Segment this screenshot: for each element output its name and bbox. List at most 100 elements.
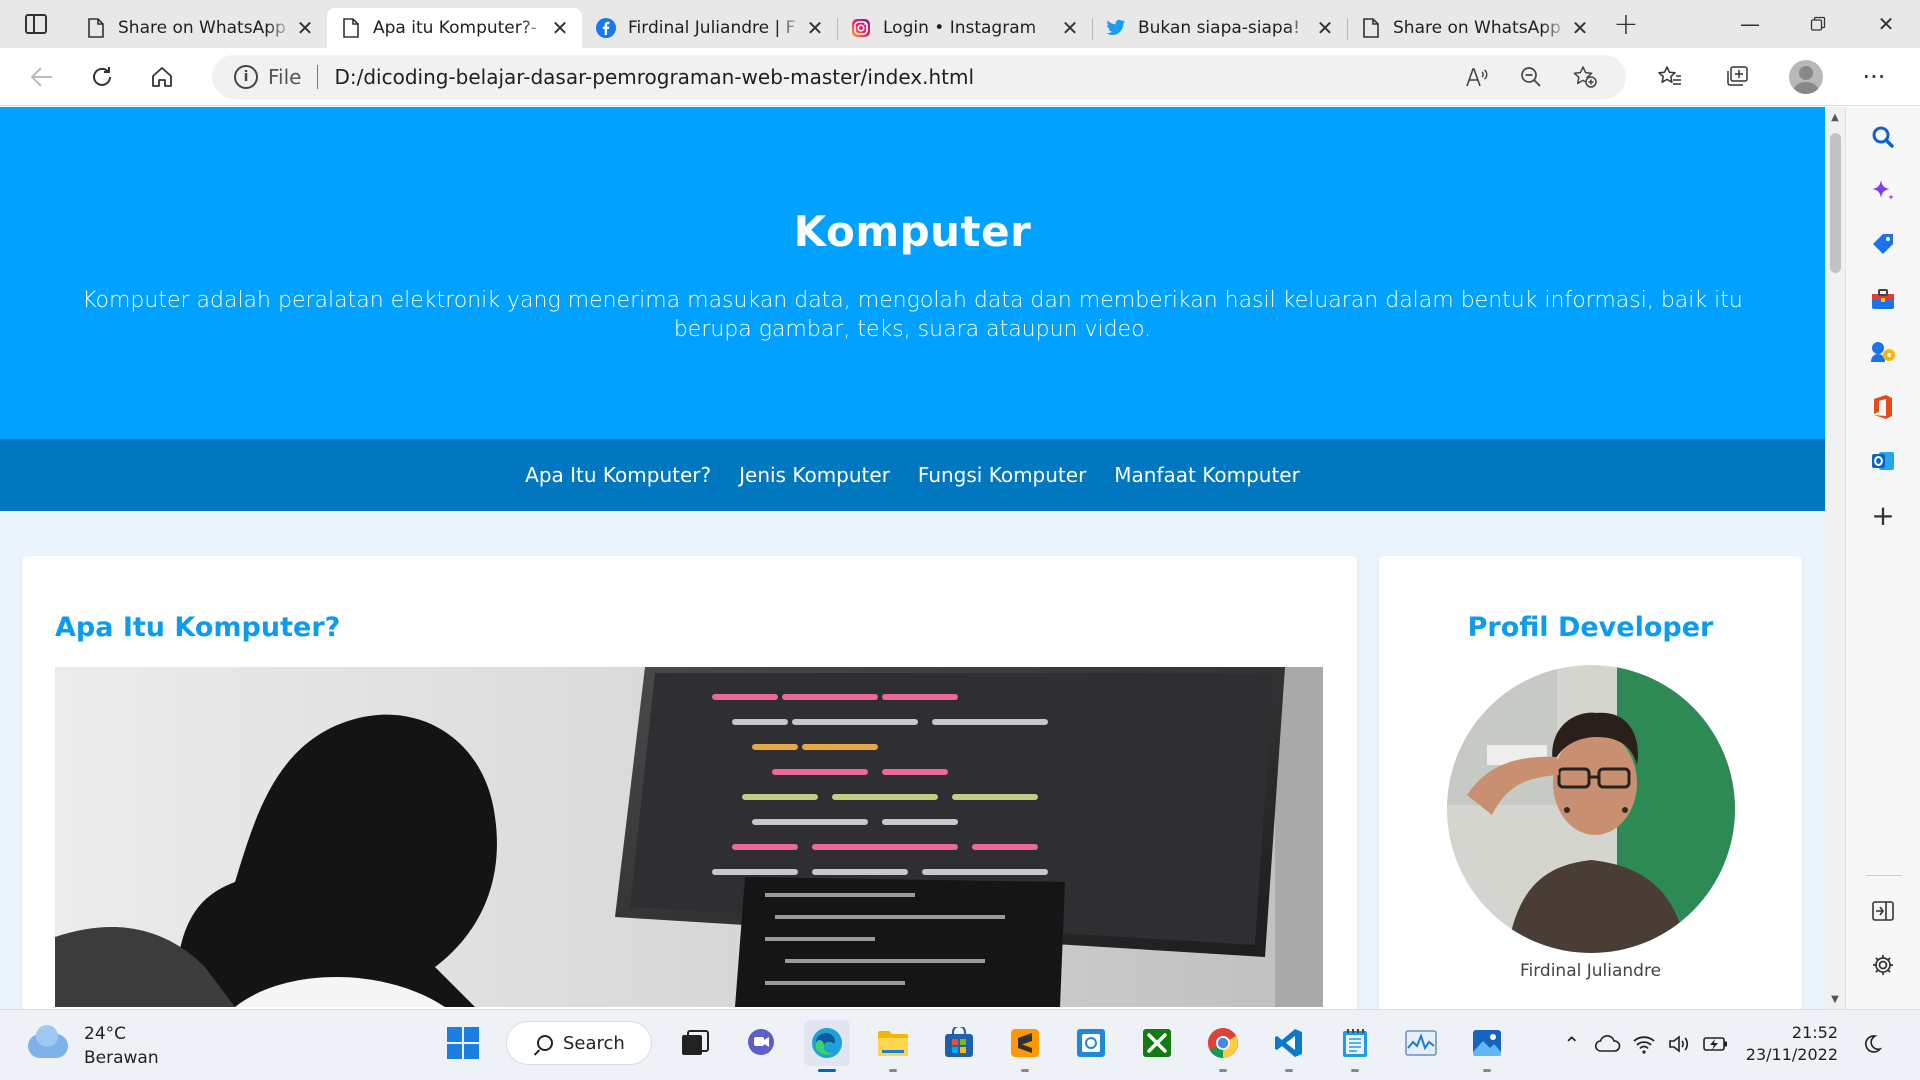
profile-avatar[interactable] [1789, 59, 1823, 94]
close-icon[interactable]: ✕ [1058, 16, 1082, 40]
sidebar-add-button[interactable]: + [1865, 497, 1901, 533]
performance-graph-icon [1405, 1030, 1437, 1056]
read-aloud-icon[interactable] [1450, 57, 1504, 97]
favorites-icon [1658, 65, 1681, 85]
wifi-icon[interactable] [1626, 1024, 1662, 1064]
office-icon [1874, 395, 1892, 419]
edge-icon [812, 1028, 842, 1058]
chat-icon [748, 1029, 774, 1055]
app-button[interactable] [1068, 1020, 1114, 1066]
browser-tab[interactable]: Share on WhatsApp ✕ [72, 8, 327, 48]
add-favorite-icon[interactable] [1558, 57, 1612, 97]
weather-condition: Berawan [84, 1048, 159, 1068]
home-icon [152, 66, 172, 87]
scroll-down-arrow-icon[interactable]: ▼ [1825, 989, 1845, 1009]
sublime-text-button[interactable] [1002, 1020, 1048, 1072]
sidebar-shopping-button[interactable] [1865, 227, 1901, 263]
sidebar-games-button[interactable] [1865, 335, 1901, 371]
info-icon[interactable]: i [234, 64, 258, 89]
browser-tab[interactable]: Share on WhatsApp ✕ [1347, 8, 1602, 48]
close-window-button[interactable]: ✕ [1852, 0, 1920, 48]
tab-actions-button[interactable] [0, 0, 72, 48]
page-viewport: Komputer Komputer adalah peralatan elekt… [0, 107, 1825, 1009]
sidebar-discover-button[interactable] [1865, 173, 1901, 209]
refresh-button[interactable] [72, 53, 132, 101]
cloud-icon [28, 1025, 68, 1058]
tab-strip: Share on WhatsApp ✕ Apa itu Komputer?- ✕… [0, 0, 1920, 48]
scrollbar-thumb[interactable] [1830, 133, 1841, 273]
page-icon [1361, 18, 1381, 38]
nav-link-manfaat-komputer[interactable]: Manfaat Komputer [1114, 463, 1300, 487]
nav-link-apa-itu-komputer[interactable]: Apa Itu Komputer? [525, 463, 711, 487]
task-manager-button[interactable] [1398, 1020, 1444, 1066]
zoom-out-icon[interactable] [1504, 57, 1558, 97]
url-text[interactable]: D:/dicoding-belajar-dasar-pemrograman-we… [334, 65, 1450, 89]
scroll-up-arrow-icon[interactable]: ▲ [1825, 107, 1845, 127]
task-view-button[interactable] [672, 1020, 718, 1066]
taskbar-search[interactable]: Search [506, 1021, 652, 1065]
page-icon [86, 18, 106, 38]
nav-link-jenis-komputer[interactable]: Jenis Komputer [739, 463, 890, 487]
twitter-icon [1106, 18, 1126, 38]
scheme-label: File [268, 64, 302, 89]
sidebar-settings-button[interactable] [1865, 947, 1901, 983]
clock-date: 23/11/2022 [1745, 1045, 1838, 1064]
photos-button[interactable] [1464, 1020, 1510, 1072]
main-nav: Apa Itu Komputer? Jenis Komputer Fungsi … [0, 439, 1825, 511]
new-tab-button[interactable]: + [1602, 0, 1650, 48]
start-button[interactable] [440, 1020, 486, 1066]
sidebar-hide-button[interactable] [1865, 893, 1901, 929]
close-icon[interactable]: ✕ [1313, 16, 1337, 40]
sidebar-outlook-button[interactable] [1865, 443, 1901, 479]
refresh-icon [93, 66, 111, 86]
system-clock[interactable]: 21:52 23/11/2022 [1746, 1022, 1838, 1066]
volume-icon[interactable] [1662, 1024, 1698, 1064]
browser-tab[interactable]: Bukan siapa-siapa! ✕ [1092, 8, 1347, 48]
page-icon [341, 18, 361, 38]
edge-taskbar-button[interactable] [804, 1020, 850, 1072]
favorites-button[interactable] [1636, 53, 1704, 101]
minimize-button[interactable]: — [1716, 0, 1784, 48]
vscode-button[interactable] [1266, 1020, 1312, 1072]
close-icon[interactable]: ✕ [548, 16, 572, 40]
close-icon[interactable]: ✕ [1568, 16, 1592, 40]
settings-more-button[interactable]: ··· [1840, 53, 1908, 101]
do-not-disturb-moon-icon[interactable] [1854, 1024, 1890, 1064]
nav-link-fungsi-komputer[interactable]: Fungsi Komputer [918, 463, 1086, 487]
developer-name: Firdinal Juliandre [1519, 961, 1662, 981]
weather-widget[interactable]: 24°C Berawan [28, 1022, 159, 1070]
back-button[interactable] [12, 53, 72, 101]
home-button[interactable] [132, 53, 192, 101]
sidebar-office-button[interactable] [1865, 389, 1901, 425]
show-hidden-icons-chevron-icon[interactable]: ⌃ [1554, 1024, 1590, 1064]
browser-tab-active[interactable]: Apa itu Komputer?- ✕ [327, 8, 582, 48]
folder-icon [878, 1031, 908, 1056]
restore-button[interactable] [1784, 0, 1852, 48]
browser-tab[interactable]: Firdinal Juliandre | F ✕ [582, 8, 837, 48]
address-bar[interactable]: i File D:/dicoding-belajar-dasar-pemrogr… [212, 54, 1626, 99]
close-icon[interactable]: ✕ [803, 16, 827, 40]
sidebar-divider [1866, 875, 1902, 876]
microsoft-store-button[interactable] [936, 1020, 982, 1066]
onedrive-icon[interactable] [1590, 1024, 1626, 1064]
file-explorer-button[interactable] [870, 1020, 916, 1072]
sidebar-search-button[interactable] [1865, 119, 1901, 155]
instagram-icon [851, 18, 871, 38]
collections-button[interactable] [1704, 53, 1772, 101]
windows-logo-icon [447, 1027, 479, 1059]
search-icon [1872, 126, 1894, 148]
close-icon[interactable]: ✕ [293, 16, 317, 40]
edge-sidebar: + [1845, 107, 1920, 1009]
notepad-button[interactable] [1332, 1020, 1378, 1072]
page-scrollbar[interactable]: ▲ ▼ [1825, 107, 1845, 1009]
search-icon [537, 1035, 553, 1051]
battery-charging-icon[interactable] [1698, 1024, 1734, 1064]
article-heading: Apa Itu Komputer? [55, 612, 341, 643]
xbox-button[interactable] [1134, 1020, 1180, 1066]
browser-tab[interactable]: Login • Instagram ✕ [837, 8, 1092, 48]
vscode-icon [1275, 1029, 1302, 1057]
tab-actions-icon [25, 14, 47, 34]
chrome-button[interactable] [1200, 1020, 1246, 1072]
sidebar-tools-button[interactable] [1865, 281, 1901, 317]
teams-chat-button[interactable] [738, 1020, 784, 1066]
